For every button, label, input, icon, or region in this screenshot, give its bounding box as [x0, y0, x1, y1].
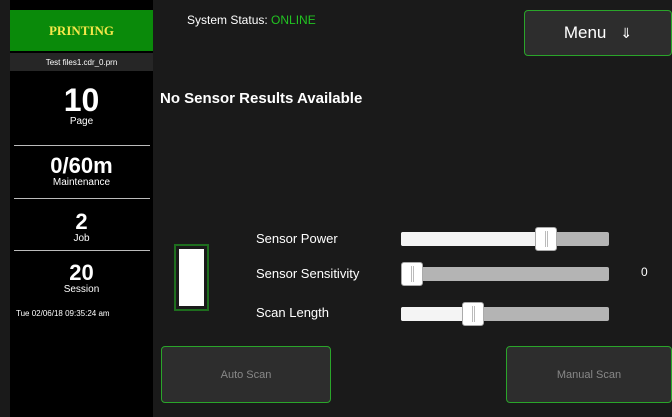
page-counter-value: 10: [63, 82, 100, 118]
scan-length-label: Scan Length: [256, 305, 330, 320]
double-arrow-down-icon: ⇓: [620, 24, 633, 41]
job-counter-label: Job: [73, 233, 90, 244]
divider: [14, 250, 150, 251]
job-counter: 2 Job: [10, 209, 153, 245]
auto-scan-button[interactable]: Auto Scan: [161, 346, 331, 403]
sensor-power-slider-fill: [401, 232, 546, 246]
divider: [14, 145, 150, 146]
maintenance-counter: 0/60m Maintenance: [10, 153, 153, 189]
no-results-message: No Sensor Results Available: [160, 90, 363, 107]
sensor-sensitivity-value: 0: [641, 265, 648, 279]
sensor-sensitivity-slider-handle[interactable]: [401, 262, 423, 286]
session-counter: 20 Session: [10, 260, 153, 296]
sensor-indicator: [174, 244, 209, 311]
datetime-readout: Tue 02/06/18 09:35:24 am: [16, 309, 110, 318]
manual-scan-button[interactable]: Manual Scan: [506, 346, 672, 403]
sensor-sensitivity-slider[interactable]: [401, 262, 609, 286]
system-status-value: ONLINE: [271, 13, 316, 27]
maintenance-counter-label: Maintenance: [52, 177, 111, 188]
maintenance-counter-value: 0/60m: [50, 153, 113, 178]
sensor-power-slider[interactable]: [401, 227, 609, 251]
scan-length-slider[interactable]: [401, 302, 609, 326]
page-counter: 10 Page: [10, 84, 153, 127]
current-filename: Test files1.cdr_0.prn: [10, 53, 153, 71]
session-counter-label: Session: [63, 284, 100, 295]
job-counter-value: 2: [75, 209, 88, 234]
sensor-power-label: Sensor Power: [256, 231, 338, 246]
sensor-sensitivity-label: Sensor Sensitivity: [256, 266, 360, 281]
sensor-power-slider-handle[interactable]: [534, 227, 557, 251]
system-status: System Status: ONLINE: [187, 13, 316, 27]
divider: [14, 198, 150, 199]
sensor-indicator-fill: [179, 249, 204, 306]
system-status-label: System Status:: [187, 13, 268, 27]
menu-button[interactable]: Menu ⇓: [524, 10, 672, 56]
menu-button-label: Menu: [563, 23, 607, 42]
scan-length-slider-handle[interactable]: [462, 302, 485, 326]
printing-status-badge: PRINTING: [10, 10, 153, 51]
sidebar: PRINTING Test files1.cdr_0.prn 10 Page 0…: [10, 0, 153, 417]
session-counter-value: 20: [69, 260, 94, 285]
page-counter-label: Page: [69, 116, 94, 127]
